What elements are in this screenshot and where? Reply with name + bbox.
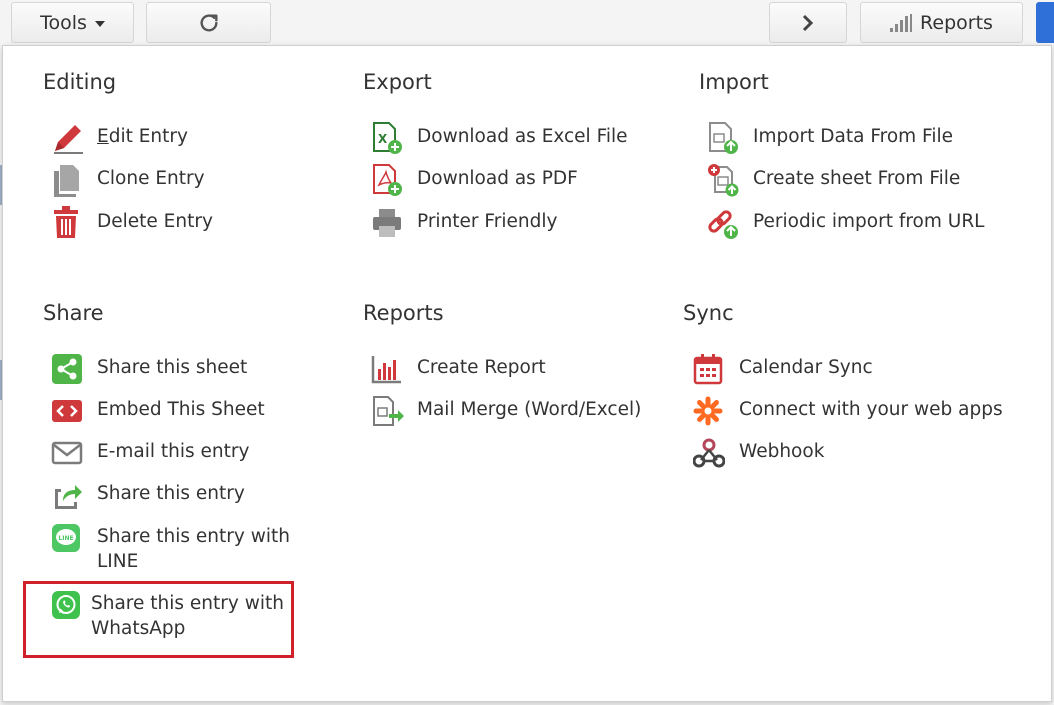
caret-down-icon	[94, 20, 105, 27]
mail-merge-label: Mail Merge (Word/Excel)	[417, 399, 642, 420]
embed-sheet-label: Embed This Sheet	[97, 399, 265, 420]
copy-icon	[51, 163, 87, 197]
share-sheet-item[interactable]: Share this sheet	[51, 352, 247, 386]
section-title-export: Export	[363, 70, 432, 94]
clone-entry-item[interactable]: Clone Entry	[51, 163, 205, 197]
download-pdf-item[interactable]: Download as PDF	[371, 163, 578, 197]
email-icon	[51, 436, 87, 470]
share-whatsapp-label: Share this entry with WhatsApp	[91, 593, 284, 639]
embed-sheet-item[interactable]: Embed This Sheet	[51, 394, 265, 428]
tools-dropdown-panel: Editing Edit Entry Clone Entry Delete En…	[2, 45, 1052, 702]
section-title-reports: Reports	[363, 301, 444, 325]
edit-entry-label: dit Entry	[108, 126, 188, 147]
import-file-icon	[707, 121, 743, 155]
chevron-right-icon	[802, 14, 814, 31]
share-whatsapp-item[interactable]: Share this entry with WhatsApp	[51, 588, 291, 641]
periodic-import-label: Periodic import from URL	[753, 211, 985, 232]
refresh-icon	[200, 13, 218, 31]
import-data-label: Import Data From File	[753, 126, 954, 147]
periodic-import-item[interactable]: Periodic import from URL	[707, 206, 984, 240]
create-report-label: Create Report	[417, 357, 546, 378]
edit-entry-item[interactable]: Edit Entry	[51, 121, 188, 155]
section-title-import: Import	[699, 70, 769, 94]
share-entry-item[interactable]: Share this entry	[51, 478, 245, 512]
trash-icon	[51, 206, 87, 240]
svg-text:LINE: LINE	[58, 535, 73, 542]
webhook-item[interactable]: Webhook	[693, 436, 824, 470]
connect-web-apps-item[interactable]: Connect with your web apps	[693, 394, 1003, 428]
link-icon	[707, 206, 743, 240]
share-line-label: Share this entry with LINE	[97, 526, 290, 572]
mail-merge-item[interactable]: Mail Merge (Word/Excel)	[371, 394, 641, 428]
share-line-item[interactable]: LINE Share this entry with LINE	[51, 521, 297, 574]
calendar-sync-label: Calendar Sync	[739, 357, 873, 378]
share-arrow-icon	[51, 478, 87, 512]
email-entry-item[interactable]: E-mail this entry	[51, 436, 249, 470]
printer-friendly-item[interactable]: Printer Friendly	[371, 206, 557, 240]
refresh-button[interactable]	[146, 2, 271, 43]
pdf-file-icon	[371, 163, 407, 197]
edit-entry-mnemonic: E	[97, 126, 109, 147]
calendar-sync-item[interactable]: Calendar Sync	[693, 352, 873, 386]
delete-entry-label: Delete Entry	[97, 211, 213, 232]
share-icon	[51, 352, 87, 386]
line-icon: LINE	[51, 521, 87, 555]
share-sheet-label: Share this sheet	[97, 357, 248, 378]
download-pdf-label: Download as PDF	[417, 168, 578, 189]
bar-chart-icon	[371, 352, 407, 386]
create-sheet-item[interactable]: Create sheet From File	[707, 163, 960, 197]
section-title-sync: Sync	[683, 301, 734, 325]
reports-button[interactable]: Reports	[860, 2, 1023, 43]
svg-text:X: X	[378, 132, 388, 146]
import-data-item[interactable]: Import Data From File	[707, 121, 953, 155]
primary-action-button[interactable]	[1036, 2, 1054, 43]
share-entry-label: Share this entry	[97, 483, 245, 504]
excel-file-icon: X	[371, 121, 407, 155]
webhook-label: Webhook	[739, 441, 825, 462]
reports-label: Reports	[920, 11, 993, 34]
mail-merge-icon	[371, 394, 407, 428]
section-title-share: Share	[43, 301, 104, 325]
download-excel-item[interactable]: X Download as Excel File	[371, 121, 628, 155]
download-excel-label: Download as Excel File	[417, 126, 628, 147]
printer-icon	[371, 206, 407, 240]
section-title-editing: Editing	[43, 70, 117, 94]
tools-button[interactable]: Tools	[11, 2, 134, 43]
pencil-icon	[51, 121, 87, 155]
clone-entry-label: Clone Entry	[97, 168, 205, 189]
create-sheet-label: Create sheet From File	[753, 168, 961, 189]
webhook-icon	[693, 436, 729, 470]
whatsapp-icon	[51, 588, 83, 622]
calendar-icon	[693, 352, 729, 386]
email-entry-label: E-mail this entry	[97, 441, 250, 462]
delete-entry-item[interactable]: Delete Entry	[51, 206, 213, 240]
next-button[interactable]	[769, 2, 847, 43]
connect-web-apps-label: Connect with your web apps	[739, 399, 1003, 420]
create-sheet-icon	[707, 163, 743, 197]
signal-bars-icon	[890, 13, 913, 32]
zapier-icon	[693, 394, 729, 428]
create-report-item[interactable]: Create Report	[371, 352, 546, 386]
tools-label: Tools	[40, 11, 87, 34]
printer-friendly-label: Printer Friendly	[417, 211, 558, 232]
embed-icon	[51, 394, 87, 428]
